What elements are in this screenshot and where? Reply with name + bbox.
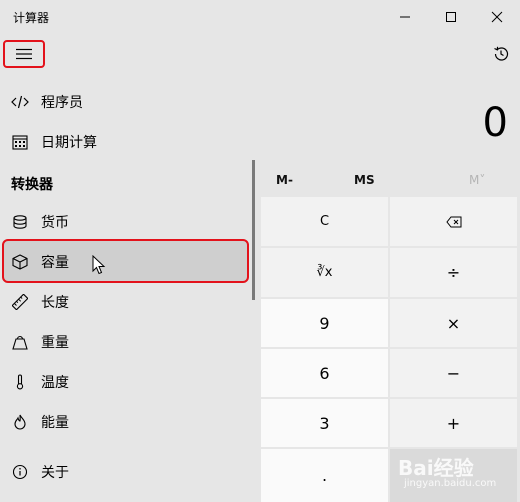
memory-minus-button[interactable]: M- — [276, 173, 293, 187]
nav-item-length[interactable]: 长度 — [0, 282, 248, 322]
digit-3-button[interactable]: 3 — [261, 399, 388, 447]
nav-item-about[interactable]: 关于 — [0, 452, 248, 492]
cube-root-button[interactable]: ∛x — [261, 248, 388, 297]
nav-item-label: 容量 — [41, 255, 69, 271]
maximize-icon — [446, 12, 456, 22]
divide-label: ÷ — [446, 263, 461, 282]
multiply-button[interactable]: × — [390, 299, 517, 347]
nav-item-energy[interactable]: 能量 — [0, 402, 248, 442]
app-title: 计算器 — [13, 11, 50, 25]
hamburger-icon — [16, 48, 32, 60]
thermometer-icon — [10, 372, 30, 392]
cube-root-label: ∛x — [316, 265, 333, 280]
nav-item-label: 能量 — [41, 415, 69, 431]
divide-button[interactable]: ÷ — [390, 248, 517, 297]
history-icon — [494, 46, 509, 61]
weight-icon — [10, 332, 30, 352]
backspace-button[interactable] — [390, 197, 517, 246]
code-icon — [10, 92, 30, 112]
add-button[interactable]: + — [390, 399, 517, 447]
close-button[interactable] — [474, 0, 520, 34]
info-icon — [10, 462, 30, 482]
decimal-label: . — [321, 466, 328, 485]
nav-item-label: 日期计算 — [41, 135, 97, 151]
nav-item-label: 货币 — [41, 215, 69, 231]
minimize-button[interactable] — [382, 0, 428, 34]
minimize-icon — [400, 16, 410, 18]
digit-9-button[interactable]: 9 — [261, 299, 388, 347]
clear-button[interactable]: C — [261, 197, 388, 246]
coins-icon — [10, 212, 30, 232]
add-label: + — [446, 413, 461, 433]
close-icon — [491, 11, 503, 23]
subtract-label: − — [446, 363, 461, 383]
ruler-icon — [10, 292, 30, 312]
subtract-button[interactable]: − — [390, 349, 517, 397]
nav-item-date-calculation[interactable]: 日期计算 — [0, 122, 248, 162]
hamburger-menu-button[interactable] — [3, 40, 45, 68]
flame-icon — [10, 412, 30, 432]
nav-item-label: 重量 — [41, 335, 69, 351]
cube-icon — [10, 252, 30, 272]
nav-item-weight[interactable]: 重量 — [0, 322, 248, 362]
decimal-button[interactable]: . — [261, 449, 388, 502]
nav-scrollbar[interactable] — [252, 160, 255, 300]
digit-9-label: 9 — [319, 313, 330, 333]
nav-item-volume[interactable]: 容量 — [0, 242, 248, 282]
nav-item-currency[interactable]: 货币 — [0, 202, 248, 242]
nav-item-label: 程序员 — [41, 95, 83, 111]
digit-3-label: 3 — [319, 413, 330, 433]
result-display: 0 — [482, 100, 508, 146]
nav-item-label: 长度 — [41, 295, 69, 311]
memory-store-button[interactable]: MS — [354, 173, 375, 187]
history-button[interactable] — [486, 40, 516, 68]
converter-section-title: 转换器 — [11, 177, 53, 193]
nav-item-label: 关于 — [41, 465, 69, 481]
nav-item-label: 温度 — [41, 375, 69, 391]
calendar-icon — [10, 132, 30, 152]
watermark-url: jingyan.baidu.com — [404, 478, 497, 489]
nav-item-temperature[interactable]: 温度 — [0, 362, 248, 402]
clear-label: C — [319, 214, 330, 229]
memory-view-button[interactable]: M˅ — [469, 173, 485, 187]
mouse-cursor-icon — [92, 254, 106, 275]
backspace-icon — [445, 216, 461, 227]
nav-item-programmer[interactable]: 程序员 — [0, 82, 248, 122]
maximize-button[interactable] — [428, 0, 474, 34]
digit-6-button[interactable]: 6 — [261, 349, 388, 397]
multiply-label: × — [446, 313, 461, 333]
digit-6-label: 6 — [319, 363, 330, 383]
watermark-brand: Bai经验 — [398, 456, 474, 480]
